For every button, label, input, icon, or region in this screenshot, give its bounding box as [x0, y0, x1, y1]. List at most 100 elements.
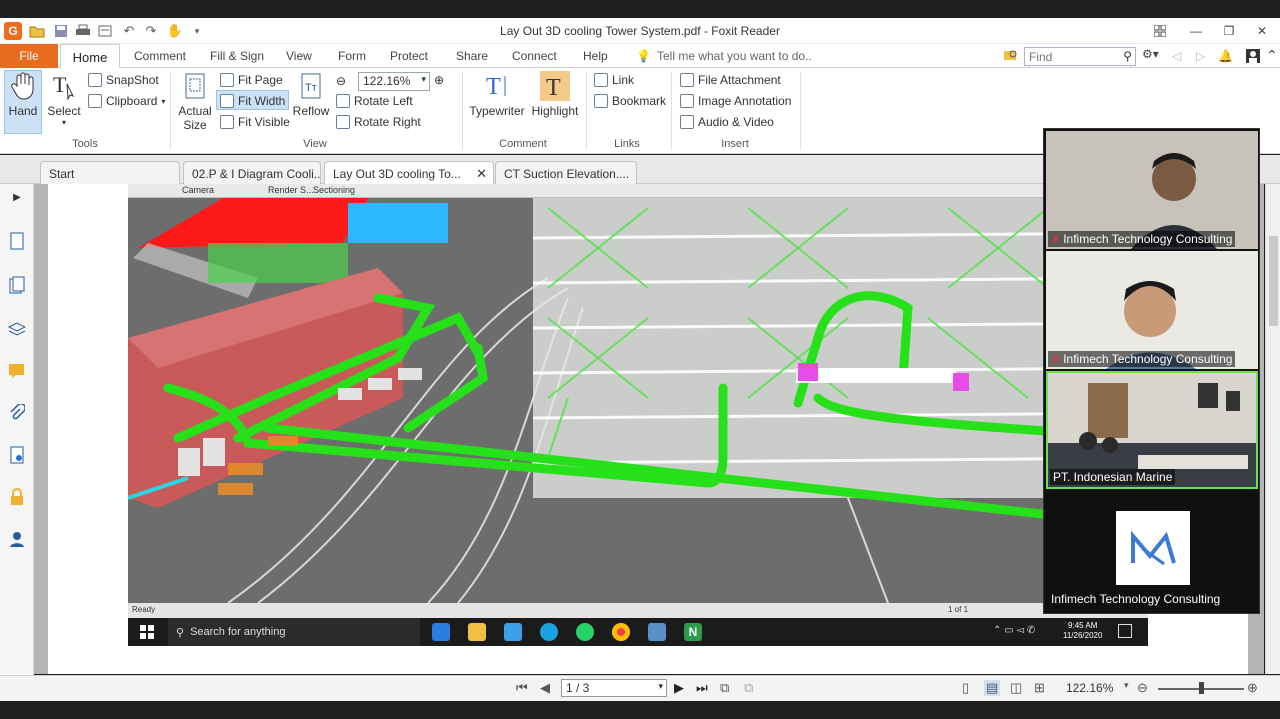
zoom-in-icon[interactable]: ⊕ [434, 73, 444, 87]
fit-visible-button[interactable]: Fit Visible [220, 115, 290, 129]
select-label: Select [47, 104, 81, 118]
comment-group-label: Comment [499, 138, 547, 150]
next-result-icon[interactable]: ▷ [1196, 49, 1205, 63]
reflow-label: Reflow [292, 104, 330, 118]
hand-tool-button[interactable]: Hand [6, 71, 40, 118]
tab-protect[interactable]: Protect [390, 49, 428, 63]
page-navigation-bar: ⏮ ◀ 1 / 3 ▾ ▶ ⏭ ⧉ ⧉ ▯ ▤ ◫ ⊞ 122.16% ▾ ⊖ … [0, 675, 1280, 701]
tab-ct-suction-elevation[interactable]: CT Suction Elevation.... [495, 161, 637, 184]
next-page-icon[interactable]: ▶ [674, 680, 684, 696]
vertical-scrollbar[interactable] [1265, 184, 1280, 674]
page-number-input[interactable]: 1 / 3 ▾ [561, 679, 667, 697]
zoom-combo[interactable]: 122.16% ▾ [358, 72, 430, 91]
file-attachment-button[interactable]: File Attachment [680, 73, 781, 87]
snapshot-button[interactable]: SnapShot [88, 73, 159, 87]
collapse-ribbon-icon[interactable]: ⌃ [1266, 47, 1278, 64]
tab-view[interactable]: View [286, 49, 312, 63]
tab-label: 02.P & I Diagram Cooli... [192, 167, 321, 181]
bookmark-label: Bookmark [612, 94, 667, 108]
first-page-icon[interactable]: ⏮ [516, 680, 528, 696]
actual-size-button[interactable]: Actual Size [176, 71, 214, 132]
ribbon-options-icon[interactable] [1150, 21, 1170, 41]
tab-fill-sign[interactable]: Fill & Sign [210, 49, 264, 63]
layers-icon[interactable] [8, 276, 26, 294]
previous-view-icon[interactable]: ⧉ [720, 680, 729, 696]
rotate-right-button[interactable]: Rotate Right [336, 115, 421, 129]
participant-video-1[interactable]: ✗ Infimech Technology Consulting [1046, 131, 1258, 249]
link-button[interactable]: Link [594, 73, 634, 87]
facing-page-icon[interactable]: ◫ [1010, 680, 1022, 696]
expand-panel-icon[interactable]: ▶ [8, 188, 26, 206]
last-page-icon[interactable]: ⏭ [696, 680, 708, 696]
file-menu[interactable]: File [0, 44, 58, 68]
zoom-slider-knob[interactable] [1199, 682, 1204, 694]
next-view-icon[interactable]: ⧉ [744, 680, 753, 696]
tab-help[interactable]: Help [583, 49, 608, 63]
audio-video-button[interactable]: Audio & Video [680, 115, 774, 129]
zoom-in-icon[interactable]: ⊕ [1247, 680, 1258, 696]
zoom-dropdown-icon[interactable]: ▾ [421, 74, 426, 85]
tab-connect[interactable]: Connect [512, 49, 557, 63]
zoom-out-icon[interactable]: ⊖ [336, 74, 346, 88]
tab-comment[interactable]: Comment [134, 49, 186, 63]
tab-share[interactable]: Share [456, 49, 488, 63]
notification-bell-icon[interactable]: 🔔 [1218, 49, 1233, 63]
chrome-icon [612, 623, 630, 641]
image-annotation-button[interactable]: Image Annotation [680, 94, 791, 108]
select-dropdown-icon[interactable]: ▾ [46, 118, 82, 127]
bookmark-button[interactable]: Bookmark [594, 94, 666, 108]
find-settings-icon[interactable] [1003, 48, 1019, 65]
navigation-panel: ▶ [0, 184, 34, 676]
clipboard-button[interactable]: Clipboard ▾ [88, 94, 165, 108]
previous-page-icon[interactable]: ◀ [540, 680, 550, 696]
typewriter-button[interactable]: T Typewriter [468, 71, 526, 118]
continuous-page-icon[interactable]: ▤ [984, 680, 1001, 696]
participant-name-label: PT. Indonesian Marine [1050, 469, 1176, 485]
single-page-icon[interactable]: ▯ [962, 680, 969, 696]
fit-width-icon [220, 94, 234, 108]
user-search-icon[interactable] [8, 530, 26, 548]
attachment-icon[interactable] [8, 404, 26, 422]
comments-icon[interactable] [8, 362, 26, 380]
zoom-out-icon[interactable]: ⊖ [1137, 680, 1148, 696]
find-input[interactable]: Find ⚲ [1024, 47, 1136, 66]
gear-icon[interactable]: ⚙▾ [1142, 47, 1159, 61]
tell-me-search[interactable]: Tell me what you want to do.. [657, 49, 812, 63]
participant-video-3[interactable]: PT. Indonesian Marine [1046, 371, 1258, 489]
reflow-button[interactable]: Tт Reflow [292, 71, 330, 118]
tab-label: CT Suction Elevation.... [504, 167, 630, 181]
svg-text:T: T [53, 72, 67, 97]
rotate-left-icon [336, 94, 350, 108]
participant-video-2[interactable]: ✗ Infimech Technology Consulting [1046, 251, 1258, 369]
mail-app-icon [432, 623, 450, 641]
highlight-button[interactable]: T Highlight [530, 71, 580, 118]
stack-icon[interactable] [8, 320, 26, 338]
scroll-thumb[interactable] [1269, 236, 1278, 326]
close-tab-icon[interactable]: ✕ [476, 166, 487, 182]
select-tool-button[interactable]: T Select ▾ [46, 71, 82, 127]
tab-layout-3d[interactable]: Lay Out 3D cooling To... ✕ [324, 161, 494, 184]
restore-button[interactable]: ❐ [1219, 21, 1239, 41]
search-icon[interactable]: ⚲ [1123, 49, 1132, 63]
fit-page-button[interactable]: Fit Page [220, 73, 283, 87]
rotate-left-button[interactable]: Rotate Left [336, 94, 413, 108]
close-button[interactable]: ✕ [1252, 21, 1272, 41]
find-placeholder: Find [1029, 50, 1053, 64]
page-dropdown-icon[interactable]: ▾ [658, 681, 663, 692]
tab-form[interactable]: Form [338, 49, 366, 63]
lock-icon[interactable] [8, 488, 26, 506]
pages-icon[interactable] [8, 232, 26, 250]
participant-video-4[interactable]: Infimech Technology Consulting [1046, 491, 1258, 609]
tab-start[interactable]: Start [40, 161, 180, 184]
user-account-icon[interactable] [1246, 49, 1260, 66]
fit-width-button[interactable]: Fit Width [220, 94, 285, 108]
previous-result-icon[interactable]: ◁ [1172, 49, 1181, 63]
continuous-facing-icon[interactable]: ⊞ [1034, 680, 1045, 696]
tab-home[interactable]: Home [60, 44, 120, 69]
signature-icon[interactable] [8, 446, 26, 464]
ribbon-tabs: File Home Comment Fill & Sign View Form … [0, 44, 1280, 69]
minimize-button[interactable]: — [1186, 21, 1206, 41]
tab-p-and-i-diagram[interactable]: 02.P & I Diagram Cooli... [183, 161, 321, 184]
zoom-level-dropdown-icon[interactable]: ▾ [1124, 680, 1129, 691]
highlight-icon: T [540, 71, 570, 101]
